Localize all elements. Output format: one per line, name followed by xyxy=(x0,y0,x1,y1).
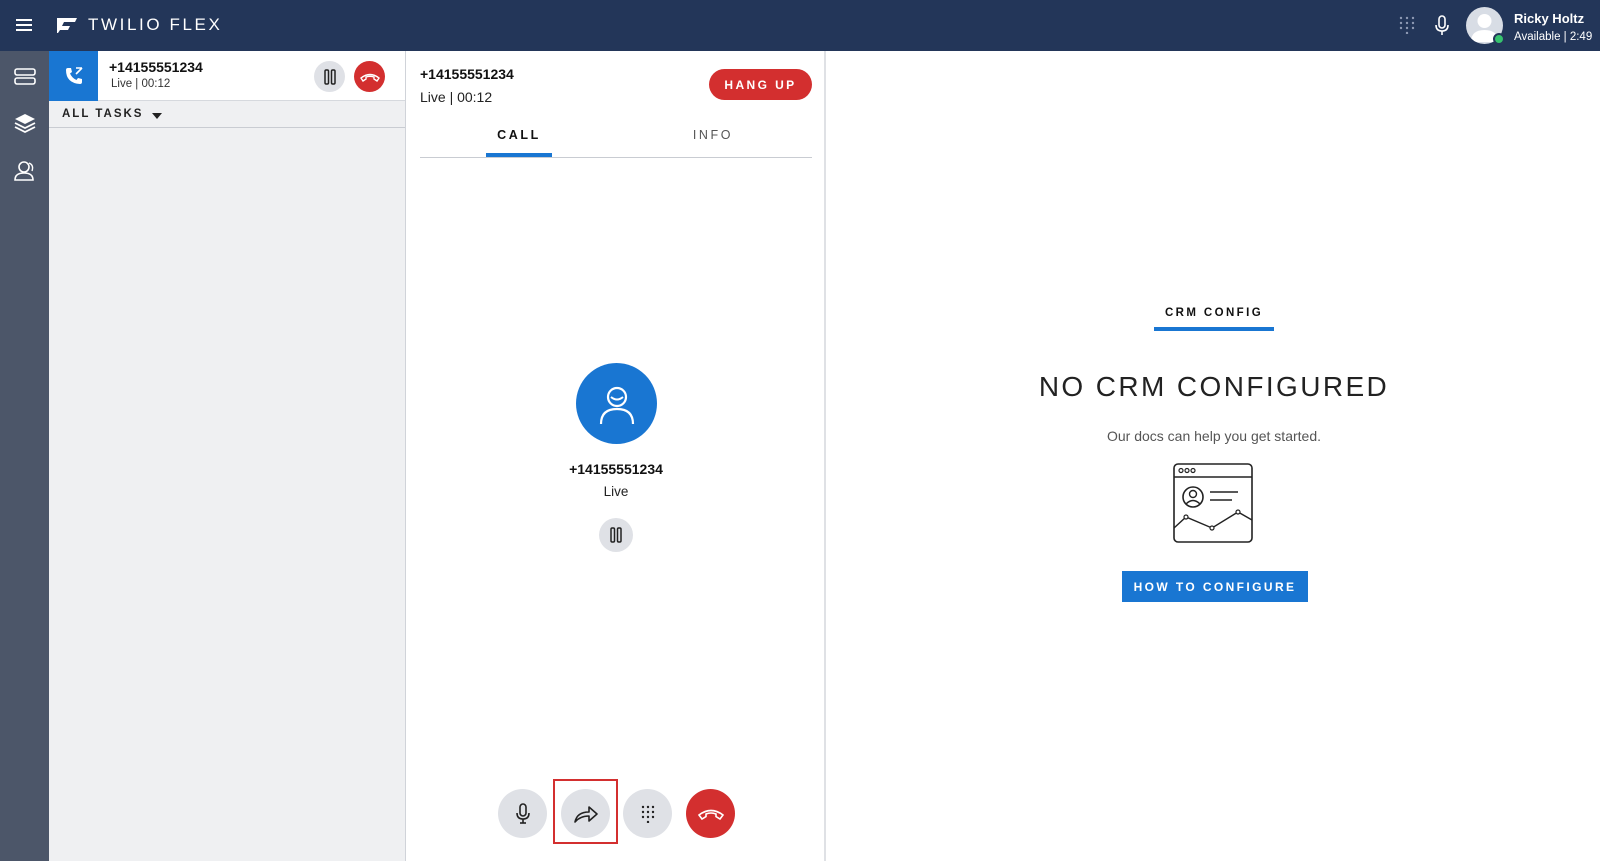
task-hangup-button[interactable] xyxy=(354,61,385,92)
crm-panel: CRM CONFIG NO CRM CONFIGURED Our docs ca… xyxy=(826,51,1600,861)
task-channel-icon xyxy=(49,51,98,101)
agent-desktop-nav-icon[interactable] xyxy=(12,65,38,89)
task-call-status: Live | 00:12 xyxy=(111,78,171,90)
crm-empty-title: NO CRM CONFIGURED xyxy=(1038,371,1390,402)
microphone-icon[interactable] xyxy=(1432,15,1452,37)
crm-browser-illustration-icon xyxy=(1173,463,1253,543)
task-card[interactable]: +14155551234 Live | 00:12 xyxy=(49,51,405,101)
user-activity-status[interactable]: Available | 2:49 xyxy=(1514,31,1592,43)
dialpad-icon xyxy=(641,805,654,823)
user-name: Ricky Holtz xyxy=(1514,11,1585,26)
how-to-configure-button[interactable]: HOW TO CONFIGURE xyxy=(1122,571,1308,602)
task-caller-number: +14155551234 xyxy=(109,59,203,75)
phone-hangup-icon xyxy=(359,73,380,82)
teams-nav-icon[interactable] xyxy=(12,159,38,183)
availability-status-dot xyxy=(1493,33,1505,45)
pause-icon xyxy=(610,527,622,543)
user-icon xyxy=(599,386,634,424)
caller-avatar xyxy=(576,363,657,444)
mute-button[interactable] xyxy=(498,789,547,838)
task-filter-label: ALL TASKS xyxy=(62,108,144,120)
end-call-button[interactable] xyxy=(686,789,735,838)
app-title: TWILIO FLEX xyxy=(88,15,223,34)
dialpad-button[interactable] xyxy=(623,789,672,838)
call-canvas: +14155551234 Live | 00:12 HANG UP CALL I… xyxy=(406,51,826,861)
hang-up-button[interactable]: HANG UP xyxy=(709,69,812,100)
caller-number: +14155551234 xyxy=(569,461,663,477)
call-header-status: Live | 00:12 xyxy=(420,89,493,105)
layers-nav-icon[interactable] xyxy=(12,111,38,135)
transfer-button[interactable] xyxy=(561,789,610,838)
tab-info[interactable]: INFO xyxy=(678,119,748,157)
caller-status: Live xyxy=(603,484,629,499)
twilio-flex-logo-icon xyxy=(57,18,77,33)
transfer-icon xyxy=(573,805,598,823)
call-tabs: CALL INFO xyxy=(420,119,812,158)
task-list-panel: +14155551234 Live | 00:12 ALL TASKS xyxy=(49,51,406,861)
task-hold-button[interactable] xyxy=(314,61,345,92)
microphone-icon xyxy=(515,802,530,824)
call-header-number: +14155551234 xyxy=(420,66,514,82)
side-nav xyxy=(0,51,49,861)
top-header: TWILIO FLEX Ricky Holtz Available | 2:49 xyxy=(0,0,1600,51)
phone-hangup-icon xyxy=(697,809,724,820)
menu-icon[interactable] xyxy=(14,16,34,34)
dialpad-icon[interactable] xyxy=(1398,16,1416,34)
phone-incoming-icon xyxy=(65,67,83,84)
tab-call[interactable]: CALL xyxy=(486,119,552,157)
pause-icon xyxy=(323,68,336,85)
caret-down-icon xyxy=(152,113,162,119)
task-filter-dropdown[interactable]: ALL TASKS xyxy=(49,102,405,128)
crm-config-tab[interactable]: CRM CONFIG xyxy=(1154,307,1274,331)
crm-empty-subtitle: Our docs can help you get started. xyxy=(1106,428,1321,444)
participant-hold-button[interactable] xyxy=(599,518,633,552)
